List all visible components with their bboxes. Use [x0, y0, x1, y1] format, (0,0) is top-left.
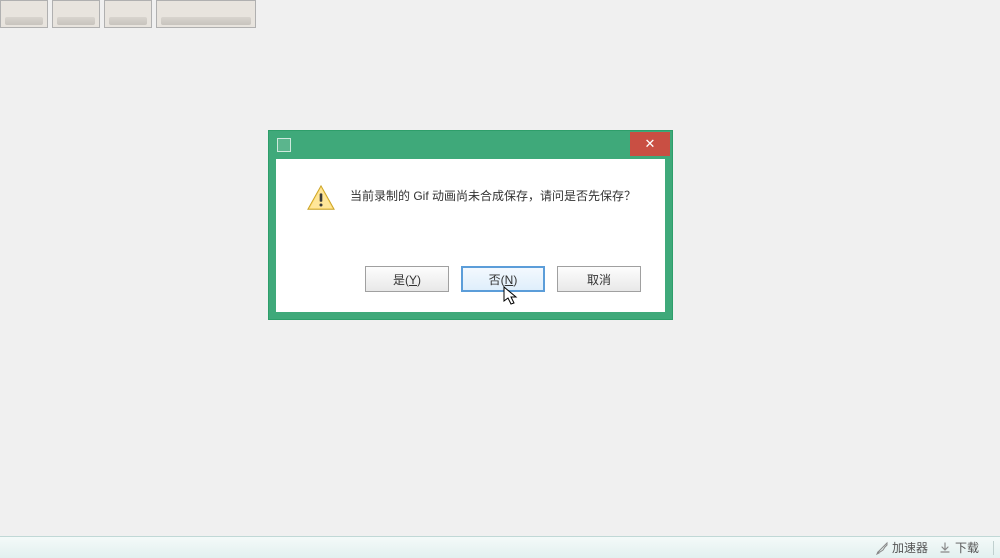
yes-button[interactable]: 是(Y) — [365, 266, 449, 292]
thumbnail-item[interactable] — [104, 0, 152, 28]
cancel-button[interactable]: 取消 — [557, 266, 641, 292]
no-button[interactable]: 否(N) — [461, 266, 545, 292]
no-button-label: 否(N) — [489, 271, 518, 288]
thumbnail-item[interactable] — [0, 0, 48, 28]
dialog-message: 当前录制的 Gif 动画尚未合成保存，请问是否先保存？ — [350, 183, 636, 205]
taskbar-download-label: 下载 — [955, 539, 979, 556]
download-icon — [938, 541, 952, 555]
confirm-dialog: ✕ 当前录制的 Gif 动画尚未合成保存，请问是否先保存？ 是(Y) 否(N) … — [268, 130, 673, 320]
taskbar-separator — [993, 541, 994, 555]
taskbar-download[interactable]: 下载 — [938, 539, 979, 556]
taskbar-accelerator[interactable]: 加速器 — [875, 539, 928, 556]
dialog-app-icon — [277, 138, 291, 152]
thumbnail-item[interactable] — [52, 0, 100, 28]
rocket-icon — [875, 541, 889, 555]
close-icon: ✕ — [645, 136, 656, 152]
thumbnail-strip — [0, 0, 256, 28]
dialog-button-row: 是(Y) 否(N) 取消 — [296, 266, 645, 296]
taskbar: 加速器 下载 — [0, 536, 1000, 558]
taskbar-accelerator-label: 加速器 — [892, 539, 928, 556]
yes-button-label: 是(Y) — [393, 271, 421, 288]
thumbnail-item[interactable] — [156, 0, 256, 28]
cancel-button-label: 取消 — [587, 271, 611, 288]
dialog-content: 当前录制的 Gif 动画尚未合成保存，请问是否先保存？ — [296, 183, 645, 266]
dialog-titlebar[interactable]: ✕ — [269, 131, 672, 159]
close-button[interactable]: ✕ — [630, 132, 670, 156]
dialog-body: 当前录制的 Gif 动画尚未合成保存，请问是否先保存？ 是(Y) 否(N) 取消 — [269, 159, 672, 319]
warning-icon — [306, 183, 336, 213]
